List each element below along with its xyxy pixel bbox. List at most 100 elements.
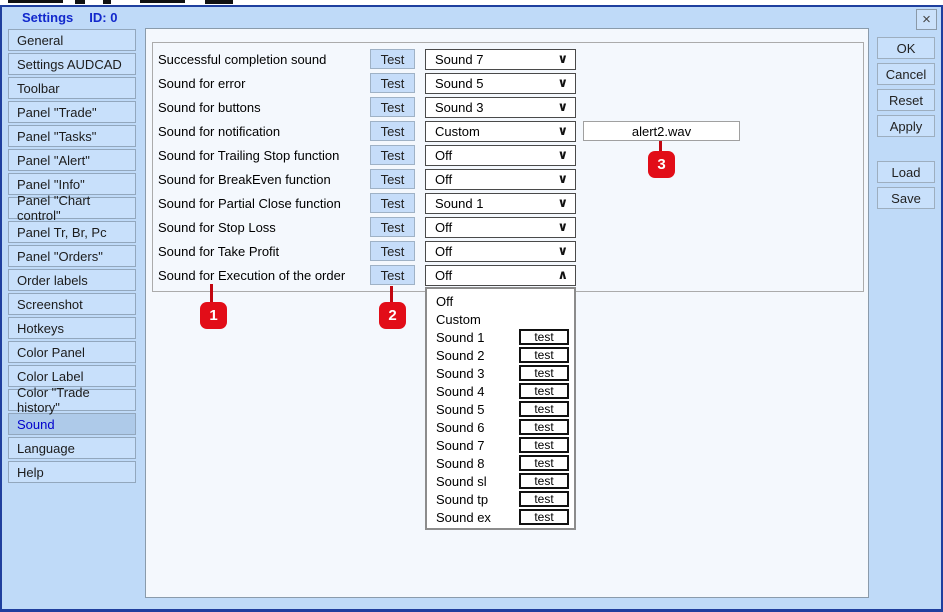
sound-select[interactable]: Sound 7 ∨ — [425, 49, 576, 70]
sound-setting-row: Sound for Take Profit Test Off ∨ — [0, 241, 943, 263]
sidebar-item-color-trade-history[interactable]: Color "Trade history" — [8, 385, 136, 415]
save-button[interactable]: Save — [877, 187, 935, 209]
custom-sound-file-input[interactable]: alert2.wav — [583, 121, 740, 141]
sound-setting-row: Sound for notification Test Custom ∨ ale… — [0, 121, 943, 143]
background-window-edge — [75, 0, 85, 4]
sound-select[interactable]: Off ∨ — [425, 145, 576, 166]
callout-line — [390, 286, 393, 303]
test-button[interactable]: Test — [370, 241, 415, 261]
dropdown-test-button[interactable]: test — [519, 437, 569, 453]
sound-select-open[interactable]: Off ∧ — [425, 265, 576, 286]
chevron-down-icon: ∨ — [557, 124, 568, 139]
dropdown-test-button[interactable]: test — [519, 509, 569, 525]
dropdown-item[interactable]: Sound 6 test — [427, 418, 574, 436]
row-label: Sound for Take Profit — [158, 244, 280, 259]
row-label: Sound for BreakEven function — [158, 172, 331, 187]
callout-badge-3: 3 — [648, 151, 675, 178]
row-label: Sound for error — [158, 76, 246, 91]
test-button[interactable]: Test — [370, 73, 415, 93]
sound-setting-row: Sound for error Test Sound 5 ∨ — [0, 73, 943, 95]
dialog-title: Settings — [22, 10, 74, 25]
test-button[interactable]: Test — [370, 97, 415, 117]
dropdown-item[interactable]: Sound tp test — [427, 490, 574, 508]
chevron-up-icon: ∧ — [557, 268, 568, 283]
close-icon: × — [922, 11, 931, 28]
sidebar-item-screenshot[interactable]: Screenshot — [8, 293, 136, 315]
dropdown-test-button[interactable]: test — [519, 347, 569, 363]
chevron-down-icon: ∨ — [557, 148, 568, 163]
dropdown-item[interactable]: Off — [427, 292, 574, 310]
row-label: Sound for Partial Close function — [158, 196, 341, 211]
test-button[interactable]: Test — [370, 49, 415, 69]
screen: Settings ID: 0 × General Settings AUDCAD… — [0, 0, 943, 612]
chevron-down-icon: ∨ — [557, 196, 568, 211]
test-button[interactable]: Test — [370, 193, 415, 213]
sidebar-item-help[interactable]: Help — [8, 461, 136, 483]
sidebar-item-color-label[interactable]: Color Label — [8, 365, 136, 387]
test-button[interactable]: Test — [370, 121, 415, 141]
sidebar-item-general[interactable]: General — [8, 29, 136, 51]
test-button[interactable]: Test — [370, 265, 415, 285]
sound-setting-row: Sound for BreakEven function Test Off ∨ — [0, 169, 943, 191]
reset-button[interactable]: Reset — [877, 89, 935, 111]
row-label: Sound for Trailing Stop function — [158, 148, 340, 163]
chevron-down-icon: ∨ — [557, 244, 568, 259]
close-button[interactable]: × — [916, 9, 937, 30]
dropdown-item[interactable]: Sound 2 test — [427, 346, 574, 364]
dropdown-test-button[interactable]: test — [519, 455, 569, 471]
load-button[interactable]: Load — [877, 161, 935, 183]
background-window-edge — [205, 0, 233, 4]
callout-badge-2: 2 — [379, 302, 406, 329]
background-window-edge — [103, 0, 111, 4]
callout-badge-1: 1 — [200, 302, 227, 329]
sound-setting-row: Sound for buttons Test Sound 3 ∨ — [0, 97, 943, 119]
dropdown-test-button[interactable]: test — [519, 473, 569, 489]
ok-button[interactable]: OK — [877, 37, 935, 59]
dialog-id-label: ID: 0 — [89, 10, 118, 25]
sound-dropdown-list: Off Custom Sound 1 test Sound 2 test Sound… — [425, 287, 576, 530]
sound-select[interactable]: Off ∨ — [425, 169, 576, 190]
dropdown-test-button[interactable]: test — [519, 401, 569, 417]
test-button[interactable]: Test — [370, 217, 415, 237]
dropdown-item[interactable]: Sound 8 test — [427, 454, 574, 472]
dropdown-item[interactable]: Sound 4 test — [427, 382, 574, 400]
sidebar-item-hotkeys[interactable]: Hotkeys — [8, 317, 136, 339]
callout-line — [210, 284, 213, 303]
dropdown-item[interactable]: Sound 5 test — [427, 400, 574, 418]
dropdown-item[interactable]: Custom — [427, 310, 574, 328]
dropdown-item[interactable]: Sound 3 test — [427, 364, 574, 382]
dialog-titlebar: Settings ID: 0 — [22, 10, 117, 25]
cancel-button[interactable]: Cancel — [877, 63, 935, 85]
background-window-edge — [140, 0, 185, 3]
sound-select[interactable]: Custom ∨ — [425, 121, 576, 142]
chevron-down-icon: ∨ — [557, 52, 568, 67]
sound-select[interactable]: Sound 3 ∨ — [425, 97, 576, 118]
dropdown-item[interactable]: Sound 7 test — [427, 436, 574, 454]
dropdown-test-button[interactable]: test — [519, 383, 569, 399]
sidebar-item-color-panel[interactable]: Color Panel — [8, 341, 136, 363]
sound-select[interactable]: Off ∨ — [425, 217, 576, 238]
sidebar-item-sound[interactable]: Sound — [8, 413, 136, 435]
background-window-edge — [8, 0, 63, 3]
dropdown-item[interactable]: Sound ex test — [427, 508, 574, 526]
dropdown-test-button[interactable]: test — [519, 491, 569, 507]
sound-select[interactable]: Off ∨ — [425, 241, 576, 262]
test-button[interactable]: Test — [370, 145, 415, 165]
dropdown-item[interactable]: Sound 1 test — [427, 328, 574, 346]
sound-select[interactable]: Sound 1 ∨ — [425, 193, 576, 214]
dropdown-test-button[interactable]: test — [519, 365, 569, 381]
dropdown-test-button[interactable]: test — [519, 419, 569, 435]
dropdown-item[interactable]: Sound sl test — [427, 472, 574, 490]
sidebar-item-language[interactable]: Language — [8, 437, 136, 459]
chevron-down-icon: ∨ — [557, 220, 568, 235]
row-label: Successful completion sound — [158, 52, 327, 67]
apply-button[interactable]: Apply — [877, 115, 935, 137]
sound-select[interactable]: Sound 5 ∨ — [425, 73, 576, 94]
chevron-down-icon: ∨ — [557, 100, 568, 115]
row-label: Sound for Execution of the order — [158, 268, 346, 283]
sound-setting-row: Sound for Stop Loss Test Off ∨ — [0, 217, 943, 239]
dropdown-test-button[interactable]: test — [519, 329, 569, 345]
test-button[interactable]: Test — [370, 169, 415, 189]
chevron-down-icon: ∨ — [557, 76, 568, 91]
row-label: Sound for Stop Loss — [158, 220, 276, 235]
